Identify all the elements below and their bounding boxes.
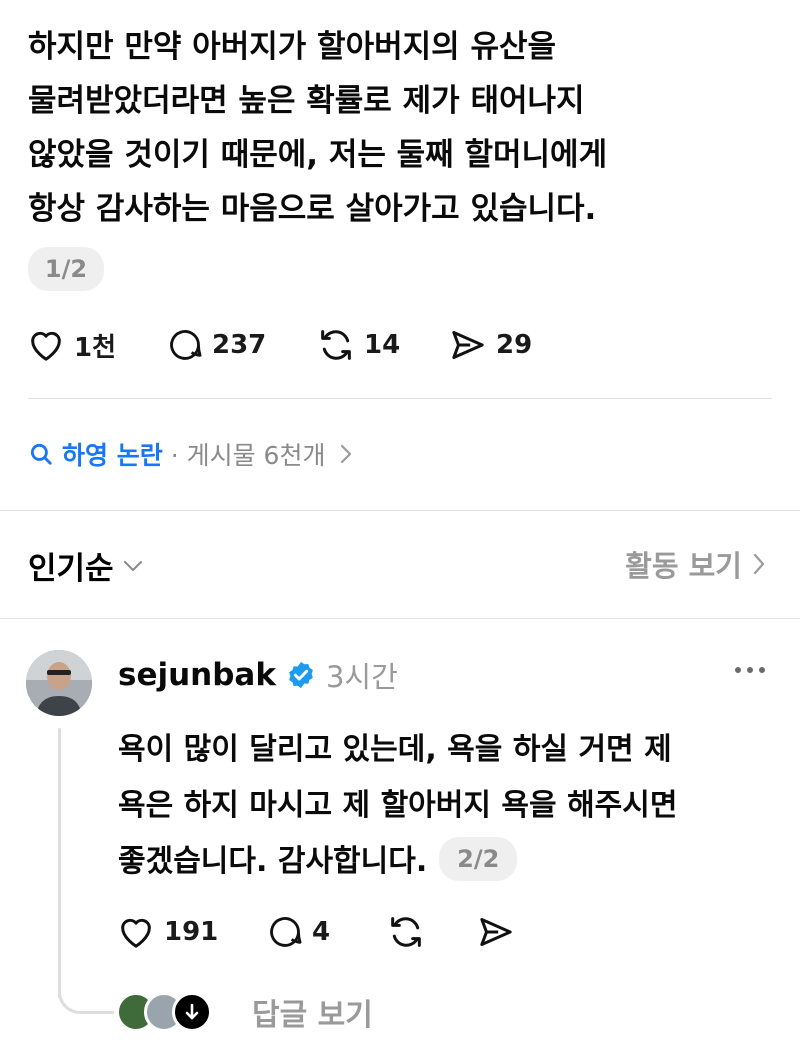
reply-header: sejunbak 3시간	[118, 654, 398, 696]
reply-line: 좋겠습니다. 감사합니다.	[118, 844, 428, 879]
reply-line: 욕이 많이 달리고 있는데, 욕을 하실 거면 제	[118, 732, 672, 767]
avatar-photo	[26, 650, 92, 716]
more-icon	[735, 667, 765, 673]
heart-icon	[31, 331, 61, 361]
view-activity-link[interactable]: 활동 보기	[625, 543, 766, 585]
arrow-down-icon	[185, 1003, 199, 1020]
comment-icon	[270, 917, 302, 947]
view-replies-row[interactable]: 답글 보기	[116, 990, 373, 1034]
repost-button[interactable]: 14	[316, 325, 448, 365]
post-text: 하지만 만약 아버지가 할아버지의 유산을 물려받았더라면 높은 확률로 제가 …	[28, 20, 778, 236]
repost-icon	[391, 917, 421, 947]
thread-line	[58, 728, 61, 998]
post-line: 물려받았더라면 높은 확률로 제가 태어나지	[28, 83, 585, 119]
thread-pager: 2/2	[439, 836, 518, 881]
heart-icon	[121, 918, 151, 948]
reply-text: 욕이 많이 달리고 있는데, 욕을 하실 거면 제 욕은 하지 마시고 제 할아…	[118, 722, 778, 890]
post-line: 항상 감사하는 마음으로 살아가고 있습니다.	[28, 191, 597, 227]
username[interactable]: sejunbak	[118, 657, 276, 693]
comment-button[interactable]: 237	[166, 325, 316, 365]
chevron-right-icon	[753, 553, 765, 575]
divider	[28, 398, 772, 399]
thread-line-curve	[58, 980, 114, 1014]
repost-icon	[321, 330, 351, 360]
sort-label: 인기순	[28, 551, 114, 587]
reply-actions: 191 4	[116, 912, 516, 952]
divider	[0, 618, 800, 619]
reply-line-last: 좋겠습니다. 감사합니다. 2/2	[118, 834, 778, 890]
avatar[interactable]	[26, 650, 92, 716]
share-button[interactable]: 29	[448, 325, 532, 365]
share-icon	[452, 331, 484, 359]
expand-replies-badge	[172, 992, 212, 1032]
like-button[interactable]: 1천	[26, 325, 166, 365]
search-icon	[30, 443, 52, 465]
like-button[interactable]: 191	[116, 912, 266, 952]
view-replies-label: 답글 보기	[252, 998, 373, 1033]
like-count: 191	[164, 917, 219, 947]
post-line: 하지만 만약 아버지가 할아버지의 유산을	[28, 29, 557, 65]
chevron-down-icon	[123, 560, 142, 571]
comment-icon	[170, 330, 202, 360]
comment-count: 237	[212, 330, 267, 360]
comment-count: 4	[312, 917, 331, 947]
topic-link[interactable]: 하영 논란 · 게시물 6천개	[28, 436, 353, 472]
sort-dropdown[interactable]: 인기순	[28, 543, 144, 588]
timestamp: 3시간	[325, 660, 398, 694]
verified-badge-icon	[286, 660, 316, 690]
like-count: 1천	[74, 332, 117, 363]
post-line: 않았을 것이기 때문에, 저는 둘째 할머니에게	[28, 137, 608, 173]
repost-count: 14	[364, 330, 401, 360]
divider	[0, 510, 800, 511]
topic-post-count: · 게시물 6천개	[170, 441, 326, 470]
comment-button[interactable]: 4	[266, 912, 386, 952]
chevron-right-icon	[341, 444, 352, 464]
more-button[interactable]	[734, 660, 766, 679]
post-actions: 1천 237 14 29	[26, 325, 532, 365]
view-activity-label: 활동 보기	[625, 549, 742, 583]
share-button[interactable]	[476, 912, 516, 952]
share-icon	[480, 918, 512, 946]
share-count: 29	[496, 330, 533, 360]
repost-button[interactable]	[386, 912, 476, 952]
topic-name: 하영 논란	[62, 441, 163, 470]
reply-line: 욕은 하지 마시고 제 할아버지 욕을 해주시면	[118, 788, 678, 823]
thread-pager: 1/2	[28, 247, 104, 291]
